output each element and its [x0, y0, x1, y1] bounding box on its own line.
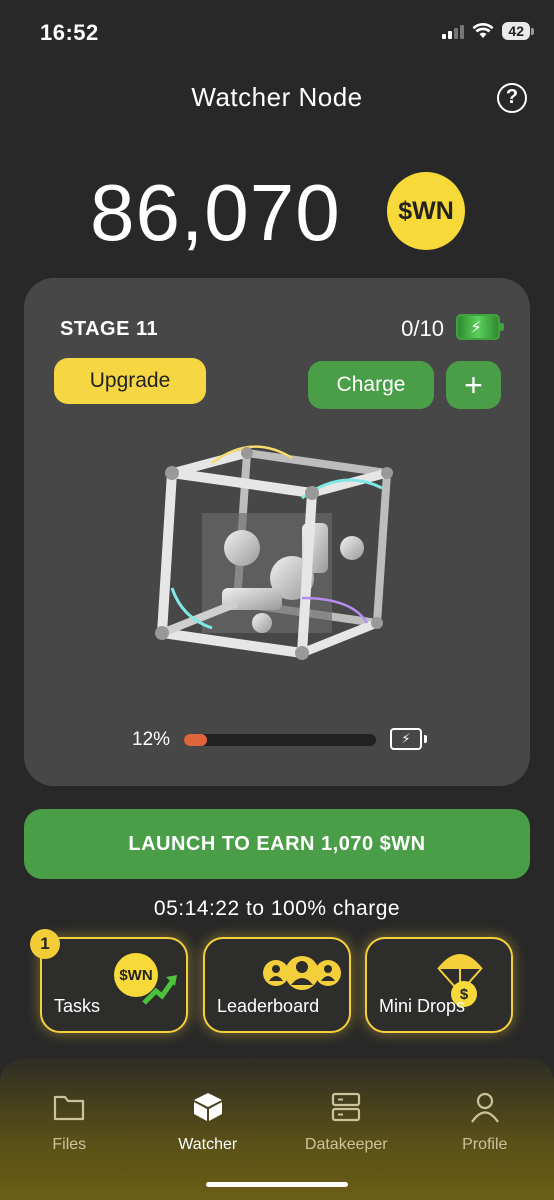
tab-profile[interactable]: Profile — [416, 1080, 554, 1170]
node-cube-image — [155, 445, 393, 660]
wn-coin-icon: $WN — [387, 172, 465, 250]
people-icon — [263, 956, 341, 990]
coin-label: $WN — [398, 196, 454, 225]
progress-percent: 12% — [132, 729, 171, 750]
tasks-label: Tasks — [54, 996, 101, 1016]
leaderboard-card[interactable]: Leaderboard — [203, 937, 351, 1033]
battery-charge-icon: ⚡ — [390, 728, 427, 750]
tab-label: Datakeeper — [304, 1136, 388, 1153]
status-time: 16:52 — [40, 20, 99, 45]
add-charge-button[interactable]: + — [446, 361, 501, 409]
tab-label: Profile — [462, 1136, 508, 1153]
tab-bar: Files Watcher Datakeeper Profile — [0, 1080, 554, 1170]
status-bar: 16:52 42 — [0, 0, 554, 64]
tasks-card[interactable]: 1 $WN Tasks — [30, 929, 188, 1033]
tab-datakeeper[interactable]: Datakeeper — [277, 1080, 416, 1170]
charge-button[interactable]: Charge — [308, 361, 434, 409]
home-indicator — [206, 1182, 348, 1187]
charges-count: 0/10 — [401, 316, 444, 341]
server-icon — [329, 1090, 363, 1124]
charge-battery-icon: ⚡ — [456, 314, 504, 340]
trend-arrow-icon — [142, 975, 177, 1005]
progress-bar — [184, 734, 376, 746]
mini-drops-card[interactable]: $ Mini Drops — [365, 937, 513, 1033]
cellular-signal-icon — [442, 23, 465, 39]
status-icons: 42 — [442, 22, 534, 40]
person-icon — [468, 1090, 502, 1124]
charge-timer: 05:14:22 to 100% charge — [153, 897, 401, 920]
leaderboard-label: Leaderboard — [217, 996, 320, 1016]
launch-button[interactable]: LAUNCH TO EARN 1,070 $WN — [24, 809, 530, 879]
progress-fill — [184, 734, 208, 746]
tab-files[interactable]: Files — [0, 1080, 139, 1170]
folder-icon — [52, 1090, 86, 1124]
upgrade-button[interactable]: Upgrade — [54, 358, 206, 404]
balance-amount: 86,070 — [90, 168, 341, 257]
cube-icon — [191, 1090, 225, 1124]
page-title: Watcher Node — [191, 82, 363, 112]
tab-label: Watcher — [178, 1136, 238, 1153]
mini-drops-label: Mini Drops — [379, 996, 466, 1016]
tab-watcher[interactable]: Watcher — [139, 1080, 278, 1170]
stage-label: STAGE 11 — [60, 318, 159, 340]
wifi-icon — [472, 23, 494, 38]
tasks-badge: 1 — [30, 929, 60, 959]
status-battery: 42 — [502, 22, 534, 40]
tab-label: Files — [52, 1136, 87, 1153]
stage-card: STAGE 11 0/10 ⚡ Upgrade Charge + 12% ⚡ — [24, 278, 530, 786]
help-icon[interactable]: ? — [497, 83, 527, 113]
